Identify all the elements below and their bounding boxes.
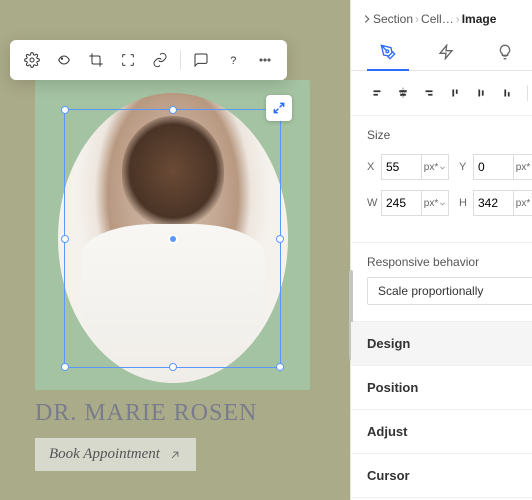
align-bottom-icon[interactable] bbox=[497, 83, 517, 103]
x-label: X bbox=[367, 161, 381, 173]
resize-handle[interactable] bbox=[61, 235, 69, 243]
selection-box[interactable] bbox=[64, 109, 281, 368]
h-unit-button[interactable]: px* bbox=[513, 190, 532, 216]
crop-icon[interactable] bbox=[82, 46, 110, 74]
resize-handle[interactable] bbox=[61, 363, 69, 371]
x-input[interactable] bbox=[381, 154, 421, 180]
tab-bulb-icon[interactable] bbox=[480, 36, 530, 70]
link-icon[interactable] bbox=[146, 46, 174, 74]
heading-text[interactable]: DR. MARIE ROSEN bbox=[35, 400, 257, 427]
svg-text:?: ? bbox=[230, 55, 236, 67]
align-left-icon[interactable] bbox=[367, 83, 387, 103]
breadcrumb: Section › Cell… › Image bbox=[351, 8, 532, 36]
align-hcenter-icon[interactable] bbox=[393, 83, 413, 103]
focal-icon[interactable] bbox=[114, 46, 142, 74]
h-input[interactable] bbox=[473, 190, 513, 216]
expand-icon[interactable] bbox=[266, 95, 292, 121]
breadcrumb-item[interactable]: Cell… bbox=[421, 12, 454, 26]
tab-lightning-icon[interactable] bbox=[421, 36, 471, 70]
book-appointment-button[interactable]: Book Appointment bbox=[35, 438, 196, 471]
inspector-panel: Section › Cell… › Image bbox=[350, 0, 532, 500]
resize-handle[interactable] bbox=[276, 363, 284, 371]
canvas-area[interactable]: ? DR. MARIE ROSEN Book Appointment bbox=[0, 0, 350, 500]
responsive-select[interactable]: Scale proportionally bbox=[367, 277, 532, 305]
animation-icon[interactable] bbox=[50, 46, 78, 74]
align-right-icon[interactable] bbox=[419, 83, 439, 103]
size-section: Size ⋯ X px* Y px* bbox=[351, 116, 532, 243]
responsive-label: Responsive behavior bbox=[367, 255, 532, 269]
responsive-section: Responsive behavior Scale proportionally bbox=[351, 243, 532, 322]
size-label: Size bbox=[367, 128, 390, 142]
button-label: Book Appointment bbox=[49, 446, 160, 463]
y-unit-button[interactable]: px* bbox=[513, 154, 532, 180]
comment-icon[interactable] bbox=[187, 46, 215, 74]
breadcrumb-item[interactable]: Image bbox=[462, 12, 497, 26]
help-icon[interactable]: ? bbox=[219, 46, 247, 74]
accordion-design[interactable]: Design bbox=[351, 322, 532, 366]
breadcrumb-item[interactable]: Section bbox=[373, 12, 413, 26]
settings-icon[interactable] bbox=[18, 46, 46, 74]
inspector-tabs bbox=[351, 36, 532, 71]
accordion-cursor[interactable]: Cursor ▸ bbox=[351, 454, 532, 498]
y-input[interactable] bbox=[473, 154, 513, 180]
resize-handle[interactable] bbox=[169, 106, 177, 114]
tab-design-icon[interactable] bbox=[363, 36, 413, 70]
arrow-icon bbox=[168, 448, 182, 462]
more-icon[interactable] bbox=[251, 46, 279, 74]
accordion-adjust[interactable]: Adjust ▸ bbox=[351, 410, 532, 454]
collapse-panel-icon[interactable] bbox=[360, 12, 374, 29]
resize-handle[interactable] bbox=[169, 363, 177, 371]
w-input[interactable] bbox=[381, 190, 421, 216]
accordion-position[interactable]: Position ▸ bbox=[351, 366, 532, 410]
resize-handle[interactable] bbox=[61, 106, 69, 114]
x-unit-button[interactable]: px* bbox=[421, 154, 449, 180]
w-unit-button[interactable]: px* bbox=[421, 190, 449, 216]
h-label: H bbox=[459, 197, 473, 209]
floating-toolbar: ? bbox=[10, 40, 287, 80]
center-handle[interactable] bbox=[168, 234, 178, 244]
align-vcenter-icon[interactable] bbox=[471, 83, 491, 103]
resize-handle[interactable] bbox=[276, 235, 284, 243]
w-label: W bbox=[367, 197, 381, 209]
alignment-row bbox=[351, 71, 532, 116]
y-label: Y bbox=[459, 161, 473, 173]
align-top-icon[interactable] bbox=[445, 83, 465, 103]
